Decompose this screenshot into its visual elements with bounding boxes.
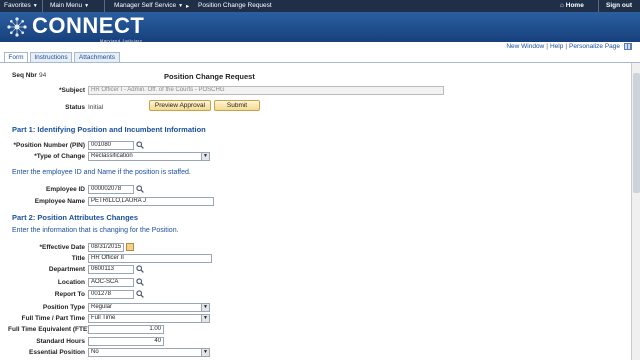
- part1-heading: Part 1: Identifying Position and Incumbe…: [12, 125, 206, 134]
- chevron-down-icon: ▼: [201, 304, 209, 311]
- calendar-icon[interactable]: [126, 243, 134, 251]
- chevron-down-icon: ▼: [201, 349, 209, 356]
- submit-button[interactable]: Submit: [214, 100, 260, 111]
- link-separator: |: [565, 43, 568, 51]
- grid-settings-icon[interactable]: [624, 43, 632, 50]
- subject-label: *Subject: [58, 87, 85, 94]
- main-menu[interactable]: Main Menu ▼: [50, 2, 89, 9]
- tab-attachments[interactable]: Attachments: [74, 52, 120, 62]
- home-label: Home: [565, 2, 584, 9]
- top-nav-bar: Favorites ▼ Main Menu ▼ Manager Self Servi…: [0, 0, 640, 12]
- full-part-time-value: Full Time: [91, 315, 116, 321]
- report-to-label: Report To: [54, 291, 85, 298]
- seq-nbr-label: Seq Nbr: [12, 72, 37, 79]
- sign-out-link[interactable]: Sign out: [606, 2, 632, 9]
- location-input[interactable]: AOC-SCA: [88, 278, 134, 287]
- lookup-search-icon[interactable]: [136, 278, 144, 286]
- page-links: New Window | Help | Personalize Page: [506, 43, 632, 50]
- standard-hours-label: Standard Hours: [36, 338, 85, 345]
- part1-note: Enter the employee ID and Name if the po…: [12, 169, 191, 176]
- effective-date-input[interactable]: 08/31/2015: [88, 243, 124, 252]
- connect-logo-icon: [7, 17, 27, 37]
- help-link[interactable]: Help: [550, 43, 563, 50]
- breadcrumb-label: Manager Self Service: [114, 2, 177, 9]
- essential-position-label: Essential Position: [29, 349, 85, 356]
- connect-logo-text: CONNECT: [32, 13, 145, 38]
- type-of-change-value: Reclassification: [91, 153, 133, 159]
- scrollbar-thumb[interactable]: [633, 73, 640, 193]
- breadcrumb-position-change-request[interactable]: Position Change Request: [198, 2, 272, 9]
- app-banner: CONNECT Maryland Judiciary: [0, 12, 640, 43]
- favorites-label: Favorites: [4, 2, 31, 9]
- chevron-down-icon: ▼: [201, 153, 209, 160]
- page-title: Position Change Request: [164, 72, 255, 81]
- part2-heading: Part 2: Position Attributes Changes: [12, 213, 138, 222]
- full-part-time-select[interactable]: Full Time ▼: [88, 314, 210, 323]
- type-of-change-select[interactable]: Reclassification ▼: [88, 152, 210, 161]
- nav-divider: [42, 0, 43, 12]
- tab-divider: [0, 62, 640, 63]
- position-type-label: Position Type: [42, 304, 85, 311]
- main-menu-label: Main Menu: [50, 2, 83, 9]
- personalize-page-link[interactable]: Personalize Page: [569, 43, 620, 50]
- logo-subtitle: Maryland Judiciary: [100, 38, 143, 43]
- department-input[interactable]: 0600113: [88, 265, 134, 274]
- full-part-time-label: Full Time / Part Time: [21, 315, 85, 322]
- location-label: Location: [57, 279, 85, 286]
- employee-id-label: Employee ID: [45, 186, 85, 193]
- nav-divider: [598, 0, 599, 12]
- essential-position-select[interactable]: No ▼: [88, 348, 210, 357]
- department-label: Department: [48, 266, 85, 273]
- type-of-change-label: *Type of Change: [34, 153, 85, 160]
- employee-name-label: Employee Name: [34, 198, 85, 205]
- lookup-search-icon[interactable]: [136, 185, 144, 193]
- lookup-search-icon[interactable]: [136, 265, 144, 273]
- new-window-link[interactable]: New Window: [506, 43, 544, 50]
- chevron-down-icon: ▼: [201, 315, 209, 322]
- fte-input[interactable]: 1.00: [88, 325, 164, 334]
- nav-divider: [104, 0, 105, 12]
- standard-hours-input[interactable]: 40: [88, 337, 164, 346]
- status-value: Initial: [88, 104, 104, 111]
- preview-approval-button[interactable]: Preview Approval: [149, 100, 211, 111]
- home-icon: ⌂: [560, 2, 564, 9]
- link-separator: |: [546, 43, 548, 51]
- position-type-value: Regular: [91, 304, 113, 310]
- vertical-scrollbar[interactable]: [631, 63, 640, 360]
- effective-date-label: *Effective Date: [39, 244, 85, 251]
- lookup-search-icon[interactable]: [136, 141, 144, 149]
- seq-nbr-value: 94: [39, 72, 47, 79]
- tab-instructions[interactable]: Instructions: [30, 52, 72, 62]
- status-label: Status: [65, 104, 85, 111]
- pin-label: *Position Number (PIN): [13, 142, 85, 149]
- home-link[interactable]: ⌂ Home: [560, 2, 584, 9]
- title-label: Title: [71, 255, 85, 262]
- tab-form[interactable]: Form: [4, 52, 28, 62]
- employee-name-input[interactable]: PETRILLO,LAURA J: [88, 197, 214, 206]
- employee-id-input[interactable]: 000002078: [88, 185, 134, 194]
- chevron-down-icon: ▼: [32, 3, 38, 9]
- part2-note: Enter the information that is changing f…: [12, 227, 179, 234]
- subject-field: HR Officer I - Admin. Off. of the Courts…: [88, 86, 444, 95]
- pin-input[interactable]: 001080: [88, 141, 134, 150]
- position-type-select[interactable]: Regular ▼: [88, 303, 210, 312]
- title-input[interactable]: HR Officer II: [88, 254, 212, 263]
- essential-position-value: No: [91, 349, 99, 355]
- chevron-down-icon: ▼: [178, 3, 184, 9]
- chevron-down-icon: ▼: [84, 3, 90, 9]
- lookup-search-icon[interactable]: [136, 290, 144, 298]
- breadcrumb-manager-self-service[interactable]: Manager Self Service ▼: [114, 2, 183, 9]
- favorites-menu[interactable]: Favorites ▼: [4, 2, 38, 9]
- fte-label: Full Time Equivalent (FTE): [8, 326, 90, 333]
- report-to-input[interactable]: 001278: [88, 290, 134, 299]
- breadcrumb-separator-icon: ▸: [186, 3, 190, 10]
